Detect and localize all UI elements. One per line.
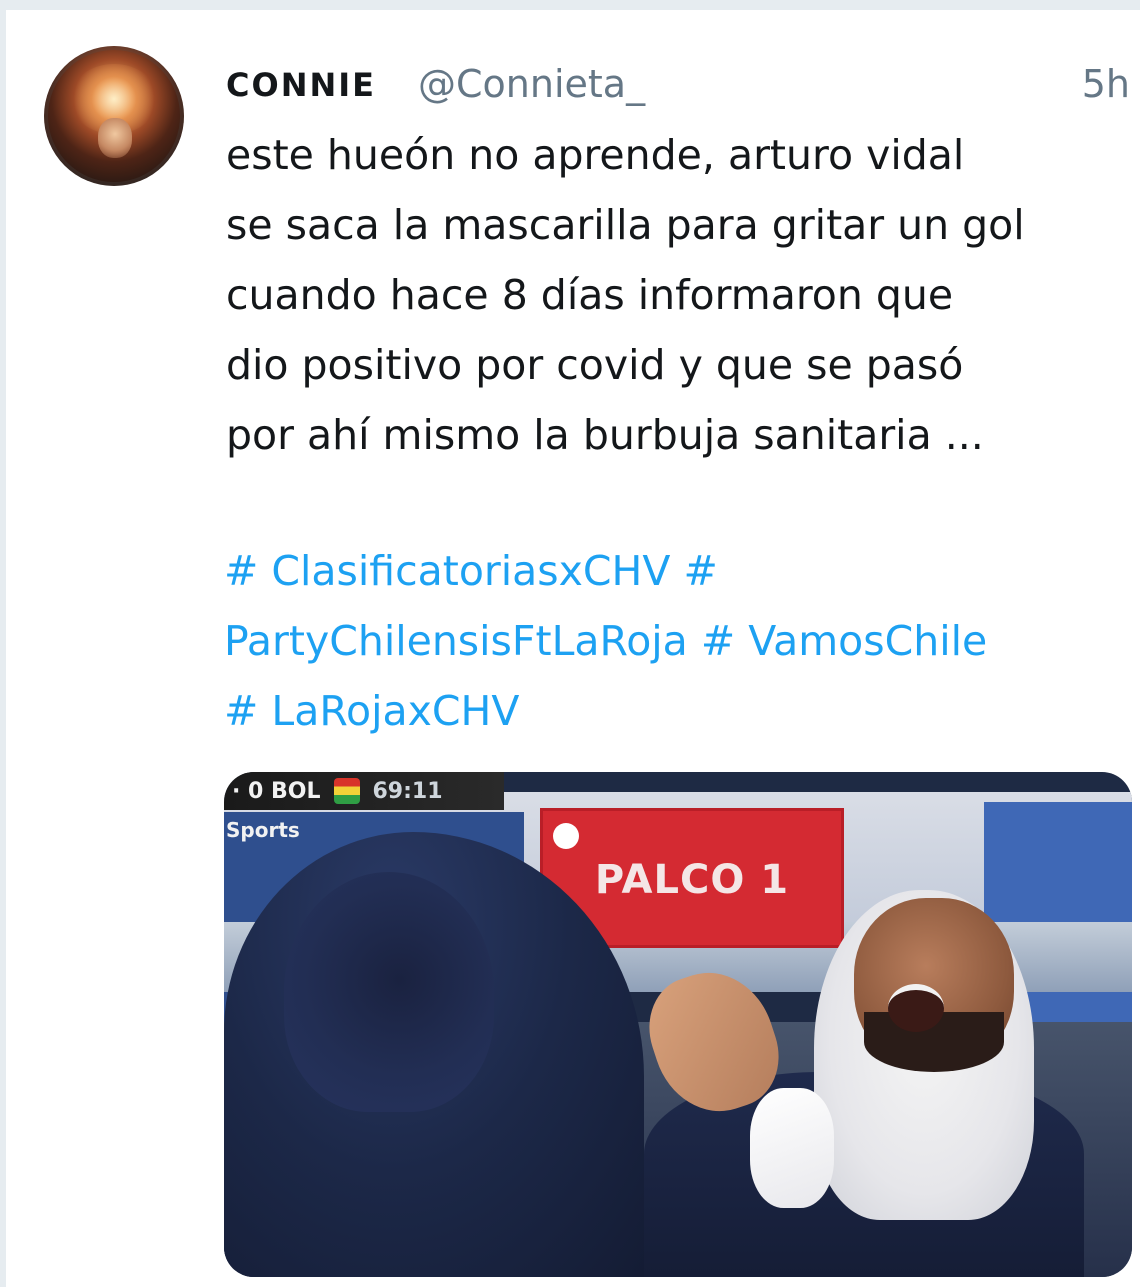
tweet-text-line: dio positivo por covid y que se pasó — [226, 341, 964, 389]
hashtag-clasificatoriasxchv[interactable]: # ClasificatoriasxCHV — [224, 547, 670, 595]
tweet-header: CONNIE @Connieta_ 5h — [226, 60, 1136, 110]
display-name[interactable]: CONNIE — [226, 66, 376, 104]
tweet-text-line: este hueón no aprende, arturo vidal — [226, 131, 965, 179]
match-clock: 69:11 — [372, 778, 443, 804]
tweet-text: este hueón no aprende, arturo vidal se s… — [226, 120, 1136, 470]
hashtag-larojaxchv[interactable]: # LaRojaxCHV — [224, 687, 519, 735]
top-divider — [0, 0, 1140, 10]
federation-logo-icon — [553, 823, 579, 849]
hashtag-partychilensisftlaroja[interactable]: PartyChilensisFtLaRoja — [224, 617, 688, 665]
score-text: · 0 BOL — [232, 778, 321, 804]
tweet-media-image[interactable]: PALCO 1 · 0 BOL 69:11 Sports — [224, 772, 1132, 1277]
palco-sign-text: PALCO 1 — [594, 857, 790, 903]
score-overlay: · 0 BOL 69:11 — [224, 772, 504, 810]
bolivia-badge-icon — [334, 778, 361, 804]
person-left-hood — [284, 872, 494, 1112]
tweet-timestamp[interactable]: 5h — [1082, 62, 1130, 106]
hashtag-block: # ClasificatoriasxCHV # PartyChilensisFt… — [224, 536, 1134, 746]
face-mask — [750, 1088, 834, 1208]
hashtag-vamoschile[interactable]: # VamosChile — [688, 617, 987, 665]
broadcaster-label: Sports — [226, 818, 300, 842]
hashtag-line: # ClasificatoriasxCHV # — [224, 536, 1134, 606]
player-mouth — [888, 984, 944, 1032]
avatar-face — [98, 118, 132, 158]
left-divider — [0, 0, 6, 1287]
hashtag-partychilensisftlaroja-start[interactable]: # — [670, 547, 717, 595]
user-avatar[interactable] — [44, 46, 184, 186]
tweet-text-line: por ahí mismo la burbuja sanitaria ... — [226, 411, 984, 459]
hashtag-line: # LaRojaxCHV — [224, 676, 1134, 746]
tweet-text-line: se saca la mascarilla para gritar un gol — [226, 201, 1025, 249]
tweet-text-line: cuando hace 8 días informaron que — [226, 271, 954, 319]
user-handle[interactable]: @Connieta_ — [418, 62, 645, 106]
hashtag-line: PartyChilensisFtLaRoja # VamosChile — [224, 606, 1134, 676]
